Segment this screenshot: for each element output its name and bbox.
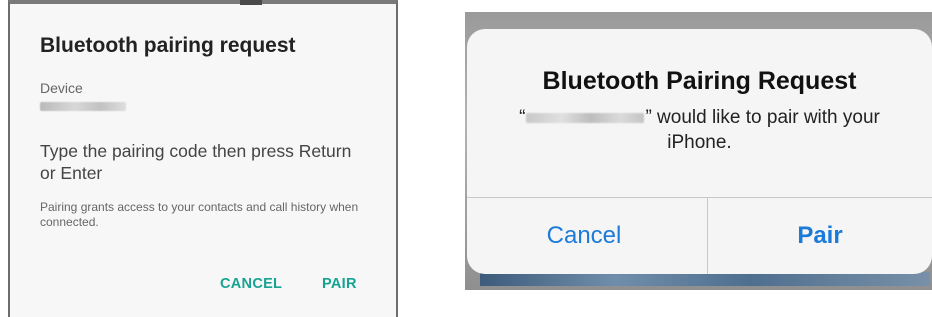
cancel-button[interactable]: Cancel bbox=[467, 198, 707, 274]
status-bar-fragment bbox=[240, 0, 262, 5]
pairing-note: Pairing grants access to your contacts a… bbox=[40, 200, 359, 229]
ios-pairing-alert: Bluetooth Pairing Request “ ” would like … bbox=[467, 29, 932, 274]
device-name-redacted bbox=[526, 112, 645, 123]
device-name-redacted bbox=[40, 102, 126, 111]
message-suffix: ” would like to pair with your iPhone. bbox=[645, 107, 880, 153]
message-prefix: “ bbox=[519, 107, 526, 128]
pair-button[interactable]: Pair bbox=[708, 198, 932, 274]
alert-title: Bluetooth Pairing Request bbox=[542, 67, 857, 95]
device-label: Device bbox=[40, 80, 83, 96]
cancel-button[interactable]: CANCEL bbox=[220, 276, 282, 292]
pair-button[interactable]: PAIR bbox=[322, 276, 357, 292]
pairing-instruction: Type the pairing code then press Return … bbox=[40, 141, 352, 183]
dialog-title: Bluetooth pairing request bbox=[40, 34, 296, 57]
alert-message: “ ” would like to pair with your iPhone. bbox=[507, 105, 892, 155]
ios-background-strip bbox=[480, 272, 930, 286]
android-pairing-dialog: Bluetooth pairing request Device Type th… bbox=[8, 0, 398, 317]
